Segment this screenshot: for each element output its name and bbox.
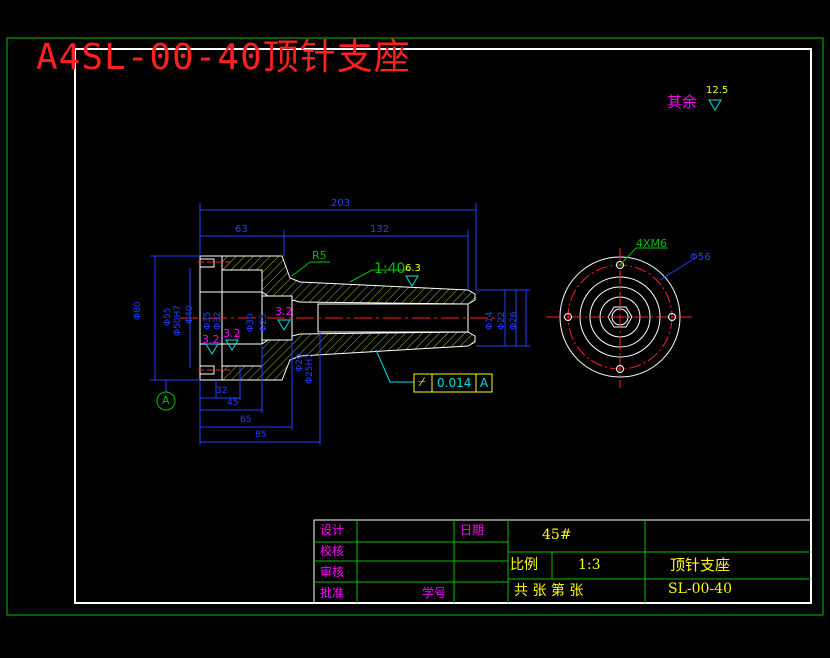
roughness-bore: 3.2 (275, 305, 293, 318)
dim-right-vert-3: Φ26 (509, 311, 519, 330)
dim-bottom-1: 32 (216, 386, 228, 396)
roughness-taper: 6.3 (405, 263, 421, 274)
roughness-value: 12.5 (706, 85, 729, 96)
tb-check: 校核 (320, 544, 345, 558)
dim-mid-vert-2: Φ25 (259, 313, 269, 332)
hole-dia-label: Φ56 (690, 252, 711, 263)
drawing-title: A4SL-00-40顶针支座 (36, 37, 411, 78)
roughness-left-2: 3.2 (223, 327, 241, 340)
dim-bottom-3: 65 (240, 415, 252, 425)
drawing-sheet: A4SL-00-40顶针支座 其余 12.5 203 63 132 R5 1:4… (0, 0, 830, 654)
tb-approve: 批准 (320, 586, 345, 600)
dim-left-vert-3: Φ50H7 (173, 304, 183, 336)
body-outline-lower (200, 331, 476, 381)
body-outline (200, 255, 476, 305)
tb-sheets: 共 张 第 张 (514, 583, 584, 599)
dim-right-vert-2: Φ22 (497, 311, 507, 330)
tolerance-symbol: ⌿ (418, 375, 426, 390)
dim-taper: 1:40 (374, 261, 406, 277)
tb-date: 日期 (460, 523, 485, 537)
dim-left-vert-5: Φ35 (203, 311, 213, 330)
roughness-symbol-main (708, 99, 722, 111)
dim-left-vert-6: Φ32 (213, 311, 223, 330)
roughness-label: 其余 (667, 93, 698, 111)
roughness-symbol-left-2 (225, 339, 239, 351)
tolerance-leader (375, 349, 414, 383)
dim-fillet: R5 (312, 249, 327, 262)
bolt-leader (619, 247, 637, 266)
tolerance-datum: A (480, 376, 489, 390)
tb-drawing-no: SL-00-40 (668, 581, 732, 597)
tb-student-no: 学号 (422, 586, 447, 600)
dim-total-length: 203 (331, 198, 351, 209)
dim-right-vert-1: Φ14 (485, 311, 495, 330)
tb-scale-label: 比例 (510, 557, 538, 573)
tolerance-value: 0.014 (437, 376, 472, 390)
bolt-top (199, 258, 215, 268)
dim-left-vert-4: Φ40 (185, 305, 195, 324)
tb-design: 设计 (320, 523, 345, 537)
roughness-symbol-bore (277, 319, 291, 331)
datum-label: A (162, 394, 170, 407)
dim-bottom-2: 45 (227, 398, 239, 408)
tb-review: 审核 (320, 565, 345, 579)
fillet-leader (291, 261, 330, 277)
roughness-left-1: 3.2 (202, 333, 220, 346)
tb-scale: 1:3 (578, 557, 601, 573)
roughness-symbol-taper (405, 275, 419, 287)
dim-right-length: 132 (370, 224, 390, 235)
section-view (180, 255, 500, 381)
dim-left-vert-1: Φ80 (133, 301, 143, 320)
end-view (546, 247, 694, 388)
tb-part-name: 顶针支座 (670, 556, 731, 574)
dim-mid-vert-3: Φ20 (295, 353, 305, 372)
tb-material: 45# (542, 527, 572, 543)
bolt-pattern-label: 4XM6 (636, 237, 668, 250)
dim-mid-vert-4: Φ25H7 (305, 352, 315, 384)
outer-frame (6, 37, 824, 616)
dim-mid-vert-1: Φ30 (246, 313, 256, 332)
dim-left-vert-2: Φ55 (163, 307, 173, 326)
diameter-leader (659, 259, 693, 281)
dim-left-length: 63 (235, 224, 248, 235)
dim-bottom-4: 85 (255, 430, 267, 440)
